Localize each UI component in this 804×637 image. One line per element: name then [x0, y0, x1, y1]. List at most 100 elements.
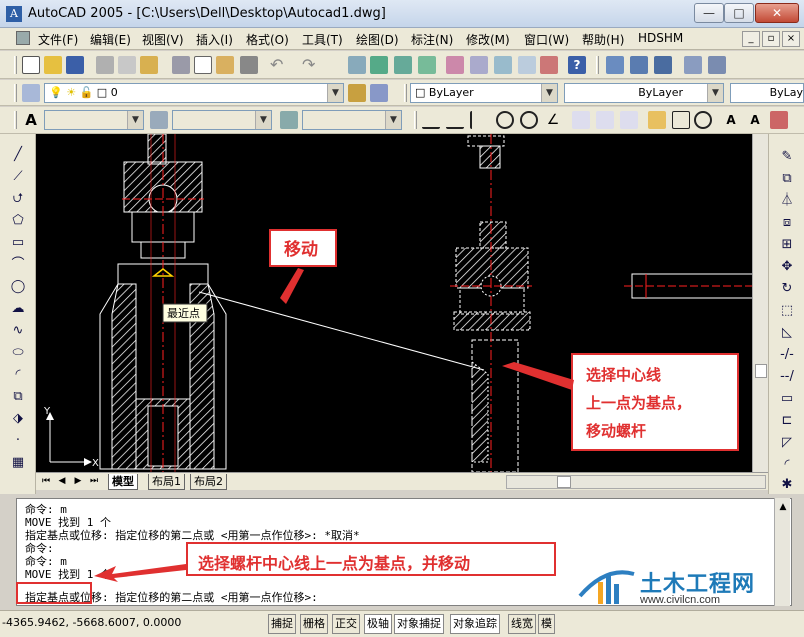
dropdown-arrow-icon[interactable]: ▼	[255, 111, 271, 129]
circle-icon[interactable]: ◯	[9, 278, 27, 295]
ordinate-dimension-icon[interactable]	[470, 111, 488, 129]
move-icon[interactable]: ✥	[778, 258, 796, 275]
polar-toggle[interactable]: 极轴	[364, 614, 392, 634]
scroll-up-icon[interactable]: ▲	[777, 502, 789, 516]
new-icon[interactable]	[22, 56, 40, 74]
linetype-combo[interactable]: ByLayer ▼	[564, 83, 724, 103]
scroll-thumb[interactable]	[557, 476, 571, 488]
join-icon[interactable]: ⊏	[778, 412, 796, 429]
canvas-vertical-scrollbar[interactable]	[752, 134, 768, 474]
canvas-horizontal-scrollbar[interactable]	[506, 475, 766, 489]
toolbar-grip[interactable]	[596, 56, 599, 74]
make-block-icon[interactable]: ⬗	[9, 410, 27, 427]
menu-insert[interactable]: 插入(I)	[196, 31, 233, 48]
copy-icon[interactable]	[194, 56, 212, 74]
mirror-icon[interactable]: ⏃	[778, 192, 796, 209]
hatch-icon[interactable]: ▦	[9, 454, 27, 471]
continue-dimension-icon[interactable]	[620, 111, 638, 129]
toolbar-grip[interactable]	[404, 84, 407, 102]
diameter-dimension-icon[interactable]	[520, 111, 538, 129]
model-toggle[interactable]: 模	[538, 614, 555, 634]
toolbar-grip[interactable]	[14, 111, 17, 129]
trim-icon[interactable]: -/-	[778, 346, 796, 363]
dimension-style-combo[interactable]: ▼	[172, 110, 272, 130]
baseline-dimension-icon[interactable]	[596, 111, 614, 129]
make-layer-current-icon[interactable]	[348, 84, 366, 102]
open-icon[interactable]	[44, 56, 62, 74]
document-icon[interactable]	[16, 31, 30, 45]
menu-hdshm[interactable]: HDSHM	[638, 31, 683, 45]
line-icon[interactable]: ╱	[9, 146, 27, 163]
scroll-thumb[interactable]	[755, 364, 767, 378]
ortho-toggle[interactable]: 正交	[332, 614, 360, 634]
properties-icon[interactable]	[446, 56, 464, 74]
menu-modify[interactable]: 修改(M)	[466, 31, 510, 48]
point-icon[interactable]: ·	[9, 432, 27, 449]
help-icon[interactable]: ?	[568, 56, 586, 74]
save-icon[interactable]	[66, 56, 84, 74]
menu-format[interactable]: 格式(O)	[246, 31, 289, 48]
table-style-combo[interactable]: ▼	[302, 110, 402, 130]
osnap-toggle[interactable]: 对象捕捉	[394, 614, 444, 634]
tab-model[interactable]: 模型	[108, 474, 138, 490]
revision-cloud-icon[interactable]: ☁	[9, 300, 27, 317]
tab-layout1[interactable]: 布局1	[148, 474, 185, 490]
close-button[interactable]: ✕	[755, 3, 799, 23]
undo-icon[interactable]: ↶	[270, 56, 288, 74]
layer-previous-icon[interactable]	[370, 84, 388, 102]
dropdown-arrow-icon[interactable]: ▼	[327, 84, 343, 102]
tab-layout2[interactable]: 布局2	[190, 474, 227, 490]
print-preview-icon[interactable]	[118, 56, 136, 74]
menu-view[interactable]: 视图(V)	[142, 31, 184, 48]
construction-line-icon[interactable]: ⟋	[9, 168, 27, 185]
doc-minimize-button[interactable]: _	[742, 31, 760, 47]
pan-realtime-icon[interactable]	[348, 56, 366, 74]
tolerance-icon[interactable]	[672, 111, 690, 129]
dropdown-arrow-icon[interactable]: ▼	[541, 84, 557, 102]
hdshm-tool-icon[interactable]	[606, 56, 624, 74]
sheet-set-icon[interactable]	[518, 56, 536, 74]
lineweight-toggle[interactable]: 线宽	[508, 614, 536, 634]
command-scrollbar[interactable]: ▲	[774, 498, 790, 606]
next-tab-icon[interactable]: ▶	[72, 475, 84, 488]
paste-icon[interactable]	[216, 56, 234, 74]
stretch-icon[interactable]: ◺	[778, 324, 796, 341]
aligned-dimension-icon[interactable]	[446, 111, 464, 129]
grid-toggle[interactable]: 栅格	[300, 614, 328, 634]
drawing-canvas[interactable]: 最近点 Y X 移动 选择中心线 上一点为基点， 移动螺杆	[36, 134, 752, 472]
polygon-icon[interactable]: ⬠	[9, 212, 27, 229]
menu-file[interactable]: 文件(F)	[38, 31, 78, 48]
leader-icon[interactable]	[648, 111, 666, 129]
doc-close-button[interactable]: ×	[782, 31, 800, 47]
menu-edit[interactable]: 编辑(E)	[90, 31, 131, 48]
snap-toggle[interactable]: 捕捉	[268, 614, 296, 634]
prev-tab-icon[interactable]: ◀	[56, 475, 68, 488]
maximize-button[interactable]: □	[724, 3, 754, 23]
fillet-icon[interactable]: ◜	[778, 456, 796, 473]
extend-icon[interactable]: --/	[778, 368, 796, 385]
polyline-icon[interactable]: ⮍	[9, 190, 27, 207]
table-style-icon[interactable]	[280, 111, 298, 129]
autocad-app-icon[interactable]: A	[6, 6, 22, 22]
dropdown-arrow-icon[interactable]: ▼	[385, 111, 401, 129]
rotate-icon[interactable]: ↻	[778, 280, 796, 297]
dropdown-arrow-icon[interactable]: ▼	[127, 111, 143, 129]
offset-icon[interactable]: ⧈	[778, 214, 796, 231]
spline-icon[interactable]: ∿	[9, 322, 27, 339]
break-icon[interactable]: ▭	[778, 390, 796, 407]
otrack-toggle[interactable]: 对象追踪	[450, 614, 500, 634]
dimension-edit-icon[interactable]: A	[722, 111, 740, 129]
hdshm-tool-icon[interactable]	[708, 56, 726, 74]
toolbar-grip[interactable]	[14, 56, 17, 74]
redo-icon[interactable]: ↷	[302, 56, 320, 74]
center-mark-icon[interactable]	[694, 111, 712, 129]
design-center-icon[interactable]	[470, 56, 488, 74]
first-tab-icon[interactable]: ⏮	[40, 475, 52, 488]
arc-icon[interactable]: ⌒	[9, 256, 27, 273]
toolbar-grip[interactable]	[414, 111, 417, 129]
text-style-combo[interactable]: ▼	[44, 110, 144, 130]
array-icon[interactable]: ⊞	[778, 236, 796, 253]
tool-palettes-icon[interactable]	[494, 56, 512, 74]
linear-dimension-icon[interactable]	[422, 111, 440, 129]
menu-draw[interactable]: 绘图(D)	[356, 31, 399, 48]
